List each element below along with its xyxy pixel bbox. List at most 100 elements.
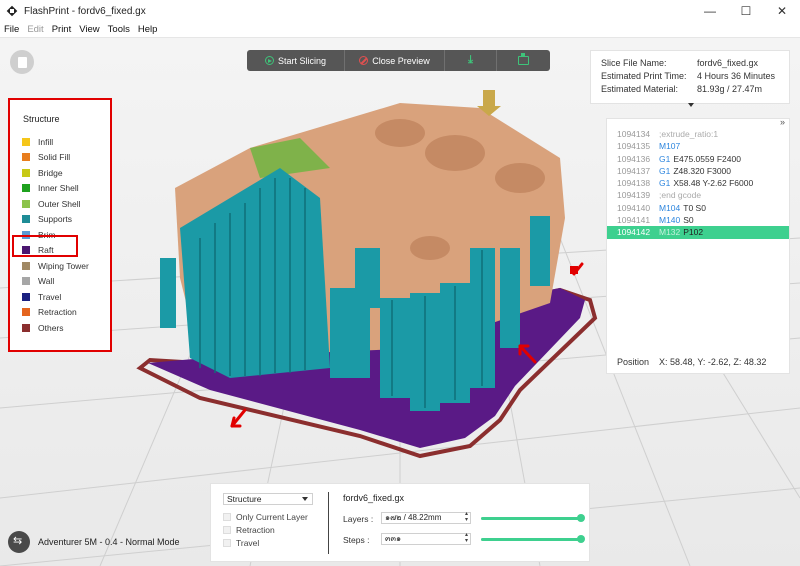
download-icon: ⤓ xyxy=(468,54,473,66)
legend-item-solid-fill: Solid Fill xyxy=(22,150,89,166)
print-icon xyxy=(518,53,529,65)
travel-checkbox[interactable]: Travel xyxy=(223,537,259,549)
gcode-line[interactable]: 1094138 G1 X58.48 Y-2.62 F6000 xyxy=(607,177,789,189)
legend-label: Infill xyxy=(38,136,54,147)
gcode-line[interactable]: 1094136 G1 E475.0559 F2400 xyxy=(607,153,789,165)
layers-slider-handle[interactable] xyxy=(577,514,585,522)
structure-legend: Structure Infill Solid Fill Bridge Inner… xyxy=(8,98,112,352)
gcode-line-number: 1094136 xyxy=(617,153,651,164)
minimize-button[interactable]: — xyxy=(692,0,728,22)
maximize-button[interactable]: ☐ xyxy=(728,0,764,22)
legend-item-supports: Supports xyxy=(22,212,89,228)
legend-label: Inner Shell xyxy=(38,183,79,194)
menu-edit[interactable]: Edit xyxy=(27,24,43,35)
gcode-line[interactable]: 1094137 G1 Z48.320 F3000 xyxy=(607,165,789,177)
steps-spinbox[interactable]: ๓๓๑ xyxy=(381,532,471,545)
legend-label: Supports xyxy=(38,214,73,225)
gcode-line[interactable]: 1094140 M104 T0 S0 xyxy=(607,202,789,214)
layers-label: Layers : xyxy=(343,514,374,524)
gcode-line[interactable]: 1094134 ;extrude_ratio:1 xyxy=(607,128,789,140)
printer-status: Adventurer 5M - 0.4 - Normal Mode xyxy=(8,531,180,553)
checkbox-box xyxy=(223,513,231,521)
legend-label: Others xyxy=(38,322,64,333)
gcode-command: G1 xyxy=(659,178,671,189)
legend-item-wall: Wall xyxy=(22,274,89,290)
send-to-printer-button[interactable] xyxy=(497,50,550,71)
gcode-args: S0 xyxy=(683,215,694,226)
retraction-checkbox[interactable]: Retraction xyxy=(223,524,275,536)
legend-label: Solid Fill xyxy=(38,152,71,163)
layers-spinbox[interactable]: ๑๗๒ / 48.22mm xyxy=(381,511,471,524)
menu-tools[interactable]: Tools xyxy=(108,24,130,35)
start-slicing-button[interactable]: Start Slicing xyxy=(247,50,345,71)
gcode-line-number: 1094135 xyxy=(617,141,651,152)
checkbox-box xyxy=(223,526,231,534)
checkbox-label: Only Current Layer xyxy=(236,512,308,522)
gcode-line-number: 1094138 xyxy=(617,178,651,189)
legend-swatch xyxy=(22,153,30,162)
gcode-list[interactable]: 1094134 ;extrude_ratio:1 1094135 M107 10… xyxy=(607,128,789,239)
menu-view[interactable]: View xyxy=(79,24,99,35)
gcode-command: M104 xyxy=(659,202,681,213)
steps-slider-handle[interactable] xyxy=(577,535,585,543)
legend-item-others: Others xyxy=(22,320,89,336)
gcode-args: Z48.320 F3000 xyxy=(673,165,731,176)
menu-bar: File Edit Print View Tools Help xyxy=(0,22,800,38)
legend-item-travel: Travel xyxy=(22,289,89,305)
checkbox-label: Retraction xyxy=(236,525,275,535)
position-readout: Position X: 58.48, Y: -2.62, Z: 48.32 xyxy=(617,357,766,367)
gcode-line[interactable]: 1094139 ;end gcode xyxy=(607,189,789,201)
gcode-command: G1 xyxy=(659,165,671,176)
close-window-button[interactable]: ✕ xyxy=(764,0,800,22)
slice-file-value: fordv6_fixed.gx xyxy=(697,58,759,68)
menu-file[interactable]: File xyxy=(4,24,19,35)
print-time-value: 4 Hours 36 Minutes xyxy=(697,71,776,81)
legend-swatch xyxy=(22,323,30,332)
gcode-comment: ;end gcode xyxy=(659,190,702,201)
preview-controls-panel: Structure Only Current Layer Retraction … xyxy=(210,483,590,562)
gcode-line-selected[interactable]: 1094142 M132 P102 xyxy=(607,226,789,239)
window-title: FlashPrint - fordv6_fixed.gx xyxy=(24,5,146,17)
gcode-line-number: 1094141 xyxy=(617,215,651,226)
raft-highlight-box xyxy=(12,235,78,257)
gcode-line[interactable]: 1094135 M107 xyxy=(607,140,789,152)
start-slicing-label: Start Slicing xyxy=(277,55,327,66)
steps-label: Steps : xyxy=(343,535,370,545)
collapse-caret-icon[interactable] xyxy=(688,103,694,107)
layers-slider[interactable] xyxy=(481,514,585,522)
preview-file-name: fordv6_fixed.gx xyxy=(343,493,405,503)
gcode-command: G1 xyxy=(659,153,671,164)
export-button[interactable]: ⤓ xyxy=(445,50,497,71)
material-label: Estimated Material: xyxy=(601,84,679,94)
legend-label: Wall xyxy=(38,276,55,287)
legend-swatch xyxy=(22,261,30,270)
view-mode-select[interactable]: Structure xyxy=(223,493,313,505)
legend-item-outer-shell: Outer Shell xyxy=(22,196,89,212)
legend-label: Travel xyxy=(38,291,62,302)
slice-file-row: Slice File Name: fordv6_fixed.gx xyxy=(601,57,779,70)
gcode-line-number: 1094140 xyxy=(617,202,651,213)
menu-print[interactable]: Print xyxy=(52,24,72,35)
expand-panel-button[interactable]: » xyxy=(780,117,785,127)
print-time-row: Estimated Print Time: 4 Hours 36 Minutes xyxy=(601,70,779,83)
title-bar: FlashPrint - fordv6_fixed.gx — ☐ ✕ xyxy=(0,0,800,22)
legend-label: Retraction xyxy=(38,307,77,318)
legend-label: Wiping Tower xyxy=(38,260,89,271)
gcode-line[interactable]: 1094141 M140 S0 xyxy=(607,214,789,226)
document-icon[interactable] xyxy=(10,50,34,74)
only-current-layer-checkbox[interactable]: Only Current Layer xyxy=(223,511,308,523)
close-preview-button[interactable]: Close Preview xyxy=(345,50,445,71)
gcode-command: M132 xyxy=(659,227,681,238)
window-controls: — ☐ ✕ xyxy=(692,0,800,22)
position-value: X: 58.48, Y: -2.62, Z: 48.32 xyxy=(659,357,767,367)
legend-item-retraction: Retraction xyxy=(22,305,89,321)
gcode-line-number: 1094137 xyxy=(617,165,651,176)
preview-viewport[interactable]: Start Slicing Close Preview ⤓ Slice File… xyxy=(0,38,800,566)
gcode-line-number: 1094139 xyxy=(617,190,651,201)
material-value: 81.93g / 27.47m xyxy=(697,84,763,94)
steps-slider[interactable] xyxy=(481,535,585,543)
connection-icon[interactable] xyxy=(8,531,30,553)
menu-help[interactable]: Help xyxy=(138,24,158,35)
legend-item-inner-shell: Inner Shell xyxy=(22,181,89,197)
gcode-command: M140 xyxy=(659,215,681,226)
